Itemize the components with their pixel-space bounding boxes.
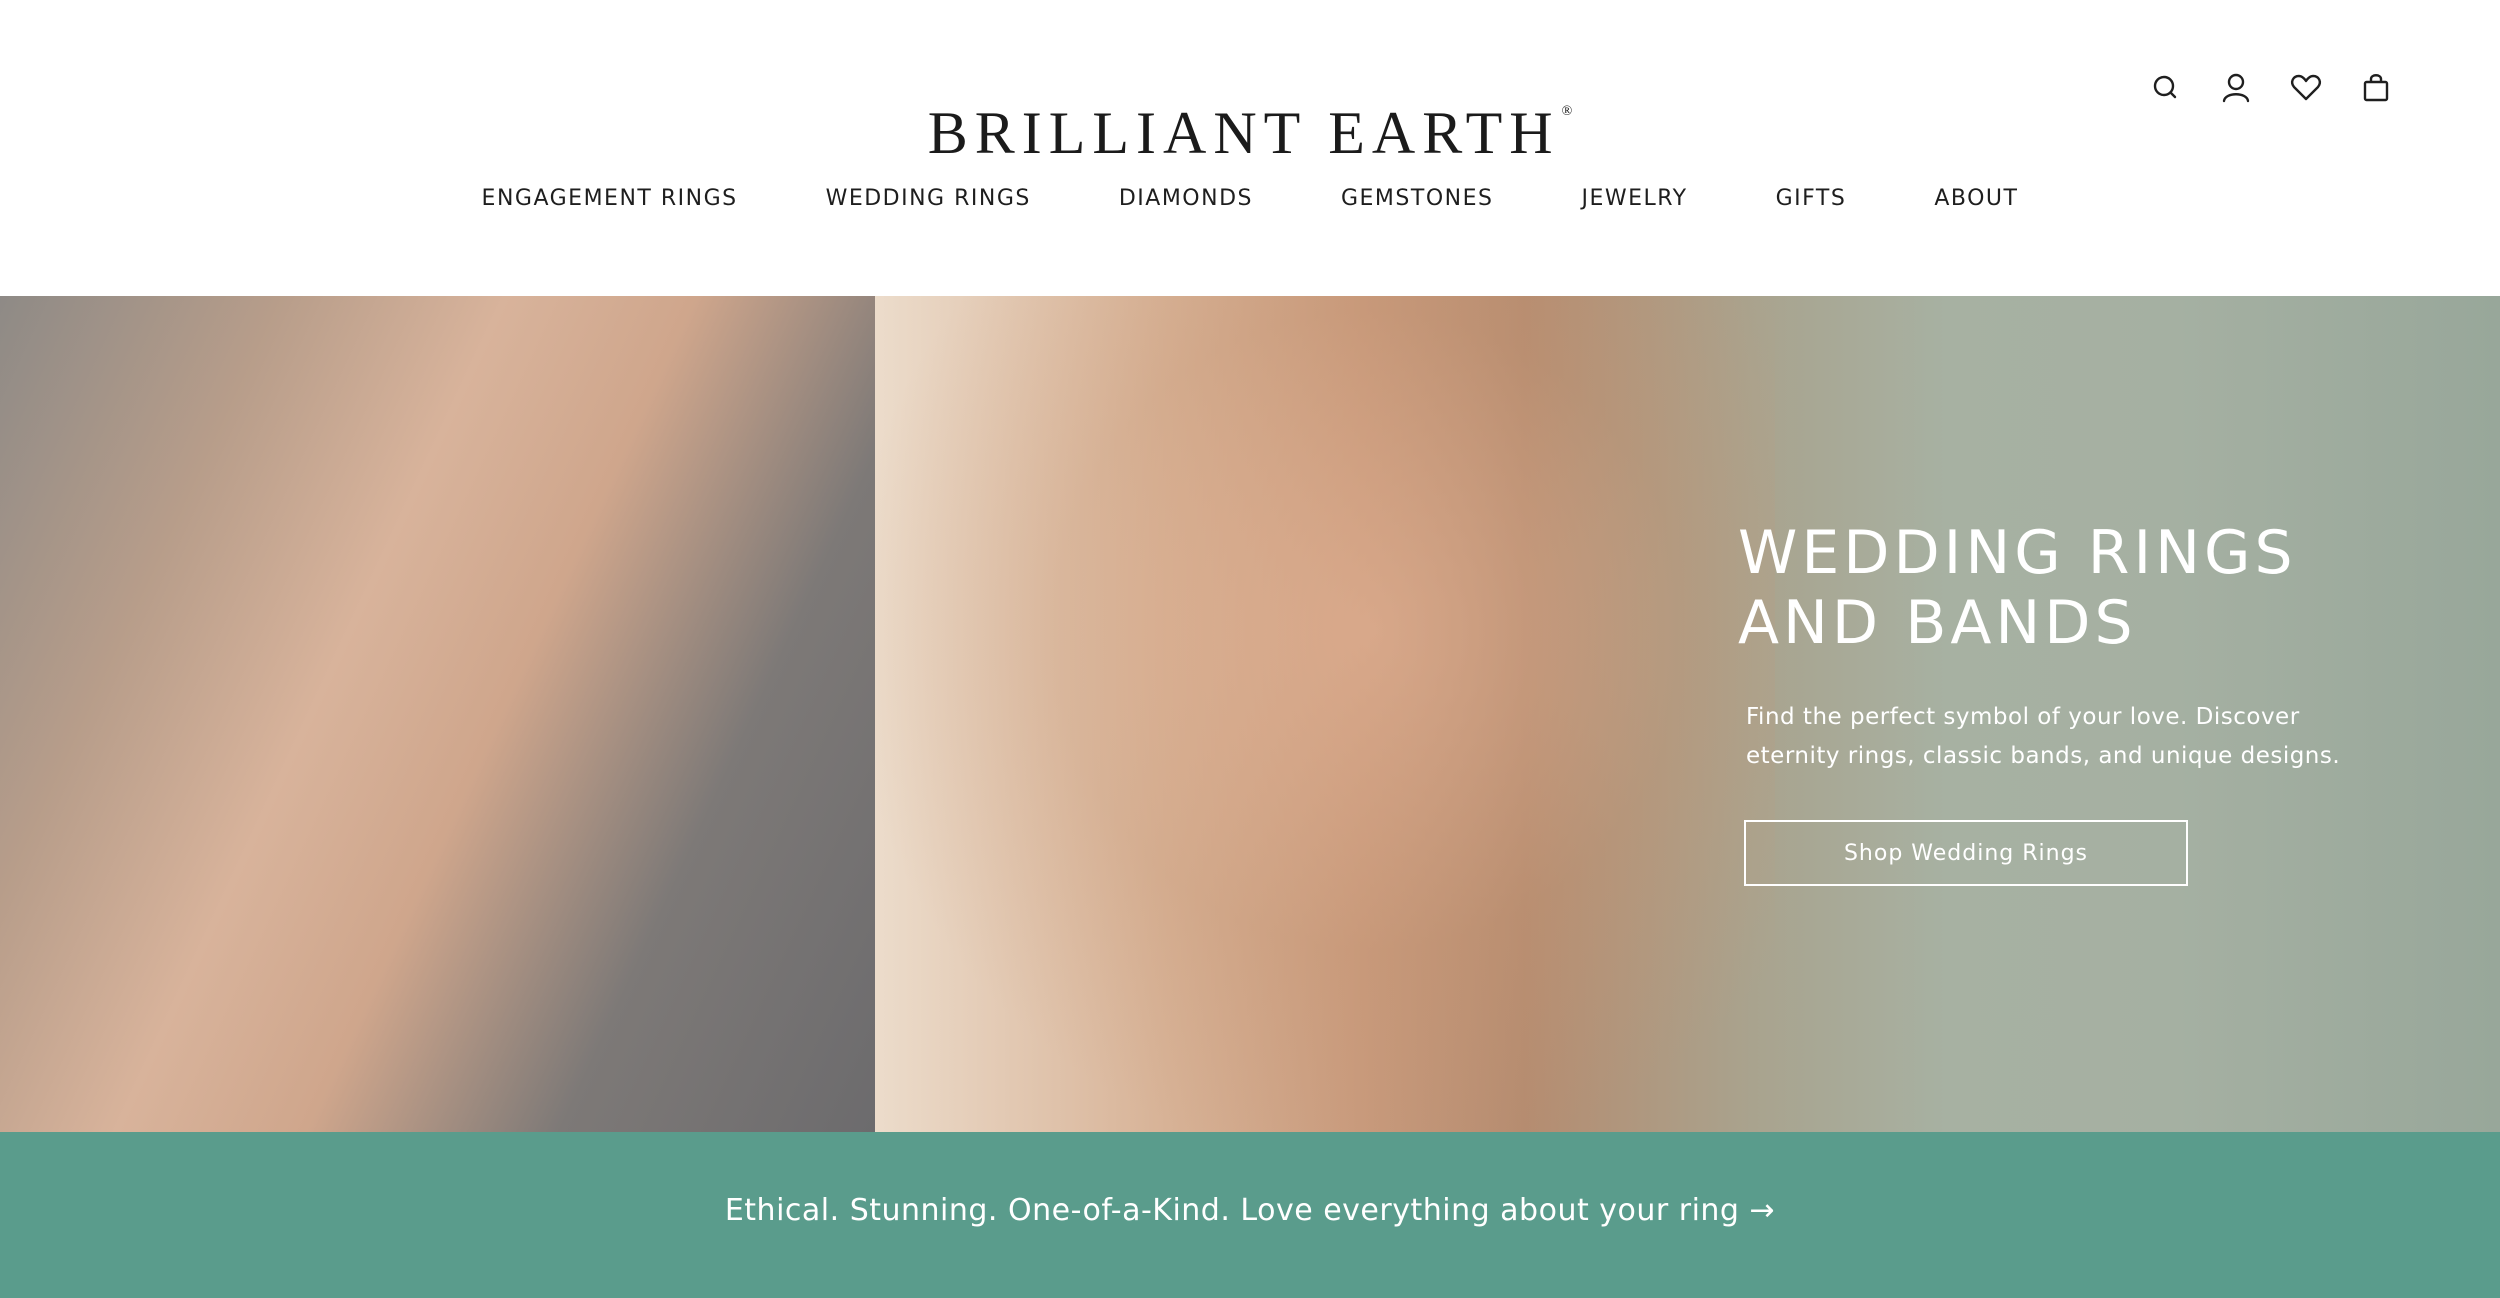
nav-gifts[interactable]: GIFTS [1732,186,1891,211]
search-icon[interactable] [2146,68,2186,108]
nav-about[interactable]: ABOUT [1890,186,2062,211]
nav-diamonds[interactable]: DIAMONDS [1075,186,1297,211]
hero-image-hands-with-rings [0,296,875,1132]
wishlist-heart-icon[interactable] [2286,68,2326,108]
hero-title-line2: AND BANDS [1738,588,2137,658]
main-nav: ENGAGEMENT RINGS WEDDING RINGS DIAMONDS … [0,176,2500,220]
hero-banner: WEDDING RINGS AND BANDS Find the perfect… [0,296,2500,1132]
nav-engagement-rings[interactable]: ENGAGEMENT RINGS [438,186,782,211]
brand-logo-text[interactable]: BRILLIANT EARTH [928,100,1560,166]
hero-image-shading [875,296,1775,1132]
site-header: BRILLIANT EARTH ® ENGAGEMENT RINGS WEDDIN… [0,0,2500,296]
hero-text-block: WEDDING RINGS AND BANDS Find the perfect… [1738,518,2378,776]
hero-subtitle: Find the perfect symbol of your love. Di… [1746,704,2341,769]
nav-wedding-rings[interactable]: WEDDING RINGS [782,186,1075,211]
hero-title: WEDDING RINGS AND BANDS [1738,518,2378,658]
hero-title-line1: WEDDING RINGS [1738,518,2297,588]
promo-band: Ethical. Stunning. One-of-a-Kind. Love e… [0,1132,2500,1298]
shop-wedding-rings-button[interactable]: Shop Wedding Rings [1744,820,2188,886]
promo-link[interactable]: Ethical. Stunning. One-of-a-Kind. Love e… [725,1193,1775,1228]
nav-jewelry[interactable]: JEWELRY [1537,186,1731,211]
utility-icons [0,68,2500,108]
nav-gemstones[interactable]: GEMSTONES [1297,186,1537,211]
shopping-bag-icon[interactable] [2356,68,2396,108]
account-icon[interactable] [2216,68,2256,108]
